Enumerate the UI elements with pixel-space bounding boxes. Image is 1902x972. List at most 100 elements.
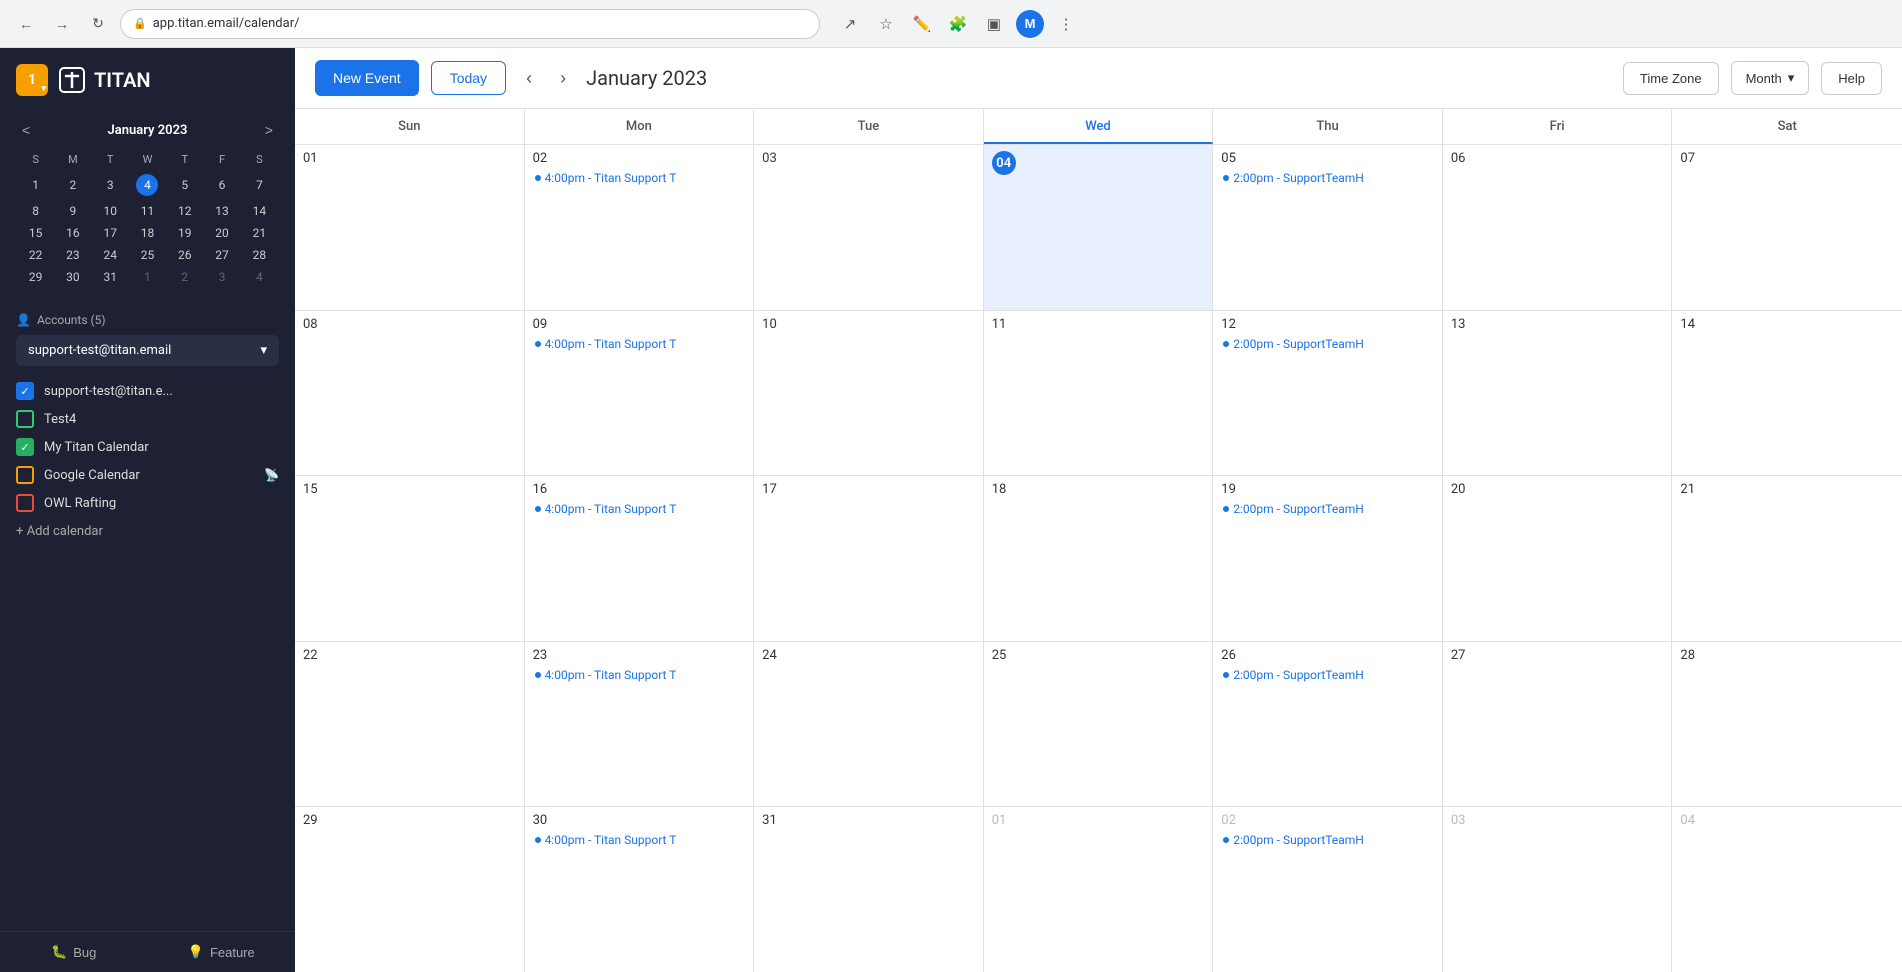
mini-cal-day[interactable]: 6	[204, 171, 239, 199]
calendar-item[interactable]: OWL Rafting	[16, 494, 279, 512]
prev-month-button[interactable]: ‹	[518, 62, 540, 95]
calendar-cell[interactable]: 024:00pm - Titan Support T	[525, 145, 755, 310]
calendar-cell[interactable]: 22	[295, 642, 525, 807]
mini-cal-day[interactable]: 23	[55, 245, 90, 265]
event-item[interactable]: 2:00pm - SupportTeamH	[1221, 336, 1434, 352]
calendar-cell[interactable]: 27	[1443, 642, 1673, 807]
event-item[interactable]: 4:00pm - Titan Support T	[533, 336, 746, 352]
mini-cal-day[interactable]: 5	[167, 171, 202, 199]
calendar-cell[interactable]: 17	[754, 476, 984, 641]
bookmark-icon[interactable]: ☆	[872, 10, 900, 38]
calendar-checkbox[interactable]: ✓	[16, 382, 34, 400]
calendar-cell[interactable]: 01	[984, 807, 1214, 972]
user-avatar[interactable]: M	[1016, 10, 1044, 38]
calendar-cell[interactable]: 13	[1443, 311, 1673, 476]
mini-cal-day[interactable]: 4	[242, 267, 277, 287]
calendar-cell[interactable]: 192:00pm - SupportTeamH	[1213, 476, 1443, 641]
mini-cal-day[interactable]: 1	[18, 171, 53, 199]
mini-cal-day[interactable]: 3	[93, 171, 128, 199]
menu-icon[interactable]: ⋮	[1052, 10, 1080, 38]
back-button[interactable]: ←	[12, 10, 40, 38]
calendar-cell[interactable]: 28	[1672, 642, 1902, 807]
mini-cal-day[interactable]: 16	[55, 223, 90, 243]
calendar-cell[interactable]: 07	[1672, 145, 1902, 310]
calendar-cell[interactable]: 262:00pm - SupportTeamH	[1213, 642, 1443, 807]
calendar-cell[interactable]: 01	[295, 145, 525, 310]
calendar-cell[interactable]: 11	[984, 311, 1214, 476]
mini-cal-day[interactable]: 19	[167, 223, 202, 243]
calendar-cell[interactable]: 24	[754, 642, 984, 807]
calendar-cell[interactable]: 10	[754, 311, 984, 476]
event-item[interactable]: 2:00pm - SupportTeamH	[1221, 170, 1434, 186]
calendar-cell[interactable]: 14	[1672, 311, 1902, 476]
calendar-cell[interactable]: 31	[754, 807, 984, 972]
calendar-item[interactable]: ✓support-test@titan.e...	[16, 382, 279, 400]
calendar-cell[interactable]: 06	[1443, 145, 1673, 310]
event-item[interactable]: 4:00pm - Titan Support T	[533, 667, 746, 683]
mini-cal-day[interactable]: 9	[55, 201, 90, 221]
mini-cal-day[interactable]: 21	[242, 223, 277, 243]
event-item[interactable]: 4:00pm - Titan Support T	[533, 501, 746, 517]
mini-cal-day[interactable]: 1	[130, 267, 165, 287]
edit-icon[interactable]: ✏️	[908, 10, 936, 38]
mini-cal-day[interactable]: 31	[93, 267, 128, 287]
mini-cal-day[interactable]: 17	[93, 223, 128, 243]
extensions-icon[interactable]: 🧩	[944, 10, 972, 38]
timezone-button[interactable]: Time Zone	[1623, 62, 1719, 95]
address-bar[interactable]: 🔒 app.titan.email/calendar/	[120, 9, 820, 39]
today-button[interactable]: Today	[431, 61, 506, 95]
mini-cal-prev-button[interactable]: <	[16, 120, 36, 140]
mini-cal-day[interactable]: 3	[204, 267, 239, 287]
sidebar-toggle-icon[interactable]: ▣	[980, 10, 1008, 38]
calendar-cell[interactable]: 04	[1672, 807, 1902, 972]
mini-cal-day[interactable]: 4	[130, 171, 165, 199]
calendar-checkbox[interactable]	[16, 466, 34, 484]
calendar-cell[interactable]: 052:00pm - SupportTeamH	[1213, 145, 1443, 310]
mini-cal-day[interactable]: 28	[242, 245, 277, 265]
mini-cal-day[interactable]: 20	[204, 223, 239, 243]
calendar-cell[interactable]: 08	[295, 311, 525, 476]
mini-cal-day[interactable]: 2	[55, 171, 90, 199]
event-item[interactable]: 4:00pm - Titan Support T	[533, 832, 746, 848]
account-selector[interactable]: support-test@titan.email ▾	[16, 335, 279, 366]
event-item[interactable]: 2:00pm - SupportTeamH	[1221, 667, 1434, 683]
calendar-cell[interactable]: 21	[1672, 476, 1902, 641]
mini-cal-day[interactable]: 12	[167, 201, 202, 221]
mini-cal-day[interactable]: 29	[18, 267, 53, 287]
calendar-cell[interactable]: 03	[1443, 807, 1673, 972]
calendar-checkbox[interactable]: ✓	[16, 438, 34, 456]
mini-cal-day[interactable]: 8	[18, 201, 53, 221]
bug-button[interactable]: 🐛 Bug	[0, 932, 148, 972]
calendar-cell[interactable]: 022:00pm - SupportTeamH	[1213, 807, 1443, 972]
mini-cal-day[interactable]: 10	[93, 201, 128, 221]
calendar-cell[interactable]: 164:00pm - Titan Support T	[525, 476, 755, 641]
mini-cal-day[interactable]: 11	[130, 201, 165, 221]
mini-cal-day[interactable]: 26	[167, 245, 202, 265]
month-view-button[interactable]: Month ▾	[1731, 61, 1810, 95]
calendar-cell[interactable]: 04	[984, 145, 1214, 310]
calendar-cell[interactable]: 18	[984, 476, 1214, 641]
mini-cal-next-button[interactable]: >	[259, 120, 279, 140]
mini-cal-day[interactable]: 24	[93, 245, 128, 265]
calendar-cell[interactable]: 122:00pm - SupportTeamH	[1213, 311, 1443, 476]
calendar-cell[interactable]: 15	[295, 476, 525, 641]
calendar-item[interactable]: ✓My Titan Calendar	[16, 438, 279, 456]
next-month-button[interactable]: ›	[552, 62, 574, 95]
notification-badge[interactable]: 1 ▾	[16, 64, 48, 96]
calendar-cell[interactable]: 29	[295, 807, 525, 972]
mini-cal-day[interactable]: 13	[204, 201, 239, 221]
calendar-cell[interactable]: 234:00pm - Titan Support T	[525, 642, 755, 807]
mini-cal-day[interactable]: 14	[242, 201, 277, 221]
forward-button[interactable]: →	[48, 10, 76, 38]
calendar-item[interactable]: Google Calendar📡	[16, 466, 279, 484]
calendar-cell[interactable]: 03	[754, 145, 984, 310]
mini-cal-day[interactable]: 30	[55, 267, 90, 287]
feature-button[interactable]: 💡 Feature	[148, 932, 296, 972]
event-item[interactable]: 2:00pm - SupportTeamH	[1221, 501, 1434, 517]
refresh-button[interactable]: ↻	[84, 10, 112, 38]
mini-cal-day[interactable]: 25	[130, 245, 165, 265]
add-calendar-button[interactable]: + Add calendar	[16, 520, 279, 543]
calendar-cell[interactable]: 20	[1443, 476, 1673, 641]
event-item[interactable]: 2:00pm - SupportTeamH	[1221, 832, 1434, 848]
mini-cal-day[interactable]: 27	[204, 245, 239, 265]
